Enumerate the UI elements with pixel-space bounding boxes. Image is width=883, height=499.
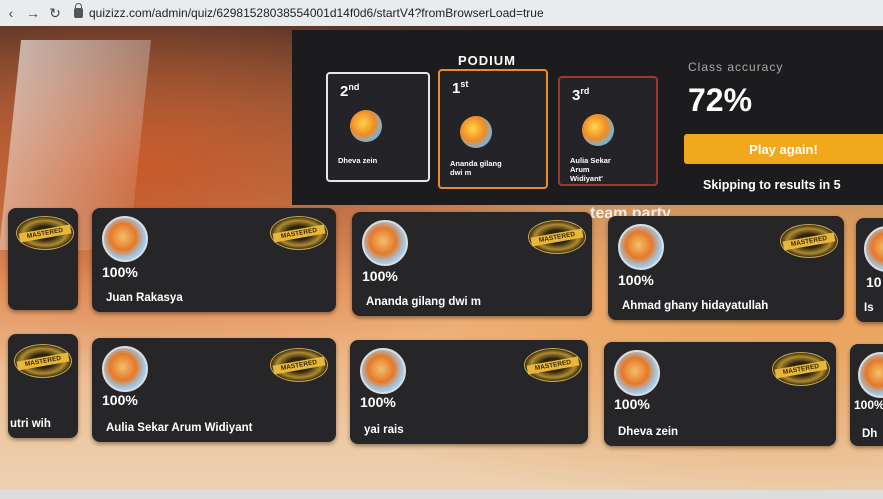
player-score: 100% <box>102 264 138 280</box>
player-card: MASTERED 100% Juan Rakasya <box>92 208 336 312</box>
player-card: MASTERED 100% Ahmad ghany hidayatullah <box>608 216 844 320</box>
player-score: 100% <box>614 396 650 412</box>
podium-card-second: 2nd Dheva zein <box>326 72 430 182</box>
player-name: Juan Rakasya <box>106 292 183 304</box>
class-accuracy-value: 72% <box>688 82 753 118</box>
player-name: Ahmad ghany hidayatullah <box>622 300 769 312</box>
podium-player-name: Aulia Sekar Arum Widiyant' <box>570 156 611 183</box>
reload-icon[interactable]: ↻ <box>44 5 66 22</box>
player-name: utri wih <box>10 418 51 430</box>
avatar <box>360 348 406 394</box>
player-card: MASTERED 100% Ananda gilang dwi m <box>352 212 592 316</box>
podium-card-first: 1st Ananda gilang dwi m <box>438 69 548 189</box>
mastered-badge: MASTERED <box>270 216 328 250</box>
player-name: Is <box>864 302 874 314</box>
avatar <box>460 116 492 148</box>
mastered-badge: MASTERED <box>524 348 582 382</box>
mastered-badge: MASTERED <box>16 216 74 250</box>
player-card: MASTERED utri wih <box>8 334 78 438</box>
player-score: 10 <box>866 274 882 290</box>
player-card: MASTERED <box>8 208 78 310</box>
player-score: 100% <box>618 272 654 288</box>
player-name: Ananda gilang dwi m <box>366 296 482 308</box>
podium-player-name: Dheva zein <box>338 156 378 165</box>
player-card: 100% Dh <box>850 344 883 446</box>
skip-countdown-text: Skipping to results in 5 <box>703 178 841 192</box>
avatar <box>350 110 382 142</box>
mastered-badge: MASTERED <box>780 224 838 258</box>
taskbar-strip <box>0 490 883 499</box>
forward-icon[interactable]: → <box>22 5 44 21</box>
player-name: yai rais <box>364 424 404 436</box>
avatar <box>858 352 883 398</box>
podium-rank-suffix: rd <box>580 86 590 96</box>
podium-title: PODIUM <box>458 53 516 68</box>
browser-address-bar[interactable]: ‹ → ↻ quizizz.com/admin/quiz/62981528038… <box>0 0 883 27</box>
mastered-badge: MASTERED <box>772 352 830 386</box>
badge-label: MASTERED <box>526 356 580 375</box>
player-card: 10 Is <box>856 218 883 322</box>
player-card: MASTERED 100% Dheva zein <box>604 342 836 446</box>
badge-label: MASTERED <box>530 228 584 247</box>
avatar <box>102 346 148 392</box>
avatar <box>618 224 664 270</box>
player-card: MASTERED 100% Aulia Sekar Arum Widiyant <box>92 338 336 442</box>
avatar <box>582 114 614 146</box>
podium-player-name: Ananda gilang dwi m <box>450 159 502 177</box>
badge-label: MASTERED <box>272 356 326 375</box>
play-again-button[interactable]: Play again! <box>684 134 883 164</box>
podium-rank-suffix: st <box>460 79 469 89</box>
badge-label: MASTERED <box>782 232 836 251</box>
back-icon[interactable]: ‹ <box>0 5 22 21</box>
player-name: Aulia Sekar Arum Widiyant <box>106 422 253 434</box>
podium-card-third: 3rd Aulia Sekar Arum Widiyant' <box>558 76 658 186</box>
podium-rank-suffix: nd <box>348 82 360 92</box>
mastered-badge: MASTERED <box>528 220 586 254</box>
player-score: 100% <box>360 394 396 410</box>
badge-label: MASTERED <box>18 224 72 243</box>
player-score: 100% <box>854 398 883 412</box>
badge-label: MASTERED <box>16 352 70 371</box>
mastered-badge: MASTERED <box>270 348 328 382</box>
avatar <box>864 226 883 272</box>
avatar <box>614 350 660 396</box>
url-text[interactable]: quizizz.com/admin/quiz/62981528038554001… <box>89 6 544 20</box>
lock-icon <box>74 3 83 18</box>
player-score: 100% <box>102 392 138 408</box>
mastered-badge: MASTERED <box>14 344 72 378</box>
badge-label: MASTERED <box>774 360 828 379</box>
player-card: MASTERED 100% yai rais <box>350 340 588 444</box>
badge-label: MASTERED <box>272 224 326 243</box>
class-accuracy-label: Class accuracy <box>688 60 784 74</box>
player-name: Dheva zein <box>618 426 679 438</box>
avatar <box>362 220 408 266</box>
player-name: Dh <box>862 428 878 440</box>
avatar <box>102 216 148 262</box>
player-score: 100% <box>362 268 398 284</box>
